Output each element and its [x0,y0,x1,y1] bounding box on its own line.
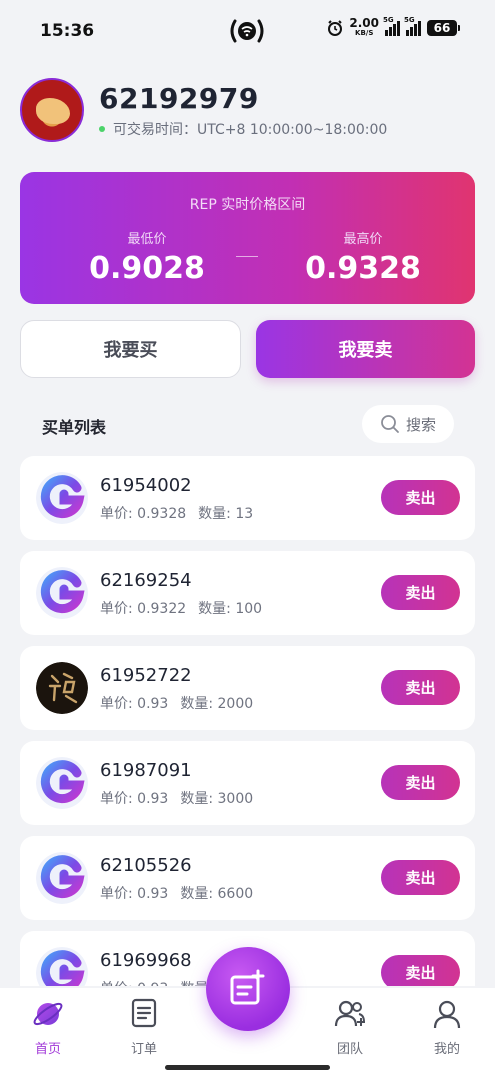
status-bar: 15:36 2.00 KB/S 5G 5G 66 [0,0,495,62]
order-meta: 单价: 0.93 数量: 3000 [100,788,253,808]
order-list[interactable]: 61954002 单价: 0.9328 数量: 13 卖出 62169254 单价: 0.… [20,456,475,986]
order-qty: 数量: 3000 [180,791,254,807]
order-qty: 数量 [180,981,208,986]
order-card: 61987091 单价: 0.93 数量: 3000 卖出 [20,741,475,825]
g-logo-icon [36,852,88,904]
hotspot-icon [226,16,268,46]
g-logo-icon [36,472,88,524]
price-range-title: REP 实时价格区间 [189,197,306,213]
high-price: 最高价 0.9328 [305,232,421,286]
g-logo-icon [36,757,88,809]
order-price: 单价: 0.93 [100,791,169,807]
calligraphy-avatar [36,662,88,714]
document-icon [109,998,179,1030]
order-id: 62105526 [100,855,192,876]
order-id: 61969968 [100,950,192,971]
order-id: 61954002 [100,475,192,496]
order-price: 单价: 0.93 [100,886,169,902]
nav-home[interactable]: 首页 [13,998,83,1057]
search-icon [381,415,399,433]
sell-order-button[interactable]: 卖出 [381,765,460,800]
sell-order-button[interactable]: 卖出 [381,860,460,895]
nav-team[interactable]: 团队 [315,998,385,1057]
order-price: 单价: 0.9328 [100,506,187,522]
battery-icon: 66 [427,20,460,36]
list-title: 买单列表 [42,418,107,437]
order-card: 62105526 单价: 0.93 数量: 6600 卖出 [20,836,475,920]
profile-header: 62192979 可交易时间：UTC+8 10:00:00~18:00:00 [20,78,387,142]
signal-icon: 5G [404,16,421,36]
price-divider [236,256,258,257]
order-meta: 单价: 0.9322 数量: 100 [100,598,262,618]
sell-button[interactable]: 我要卖 [256,320,475,378]
sell-order-button[interactable]: 卖出 [381,670,460,705]
signal-icon: 5G [383,16,400,36]
order-price: 单价: 0.93 [100,696,169,712]
order-price: 单价: 0.9322 [100,601,187,617]
order-card: 61952722 单价: 0.93 数量: 2000 卖出 [20,646,475,730]
order-id: 61952722 [100,665,192,686]
order-qty: 数量: 6600 [180,886,254,902]
g-logo-icon [36,947,88,986]
buy-button[interactable]: 我要买 [20,320,241,378]
order-meta: 单价: 0.93 数量: 2000 [100,693,253,713]
status-time: 15:36 [40,21,95,41]
search-button[interactable]: 搜索 [362,405,454,443]
avatar[interactable] [20,78,84,142]
user-id: 62192979 [99,81,259,115]
order-qty: 数量: 13 [198,506,254,522]
add-note-icon [230,969,265,1005]
sell-order-button[interactable]: 卖出 [381,480,460,515]
g-logo-icon [36,567,88,619]
home-indicator [165,1065,330,1070]
order-id: 62169254 [100,570,192,591]
nav-mine[interactable]: 我的 [412,998,482,1057]
order-qty: 数量: 100 [198,601,263,617]
sell-order-button[interactable]: 卖出 [381,955,460,986]
order-id: 61987091 [100,760,192,781]
alarm-icon [328,20,343,36]
order-card: 61954002 单价: 0.9328 数量: 13 卖出 [20,456,475,540]
order-meta: 单价: 0.93 数量 [100,978,208,986]
sell-order-button[interactable]: 卖出 [381,575,460,610]
order-card: 62169254 单价: 0.9322 数量: 100 卖出 [20,551,475,635]
order-qty: 数量: 2000 [180,696,254,712]
status-icons: 2.00 KB/S 5G 5G 66 [327,16,460,38]
team-icon [315,998,385,1030]
order-meta: 单价: 0.9328 数量: 13 [100,503,253,523]
trade-time: 可交易时间：UTC+8 10:00:00~18:00:00 [99,119,387,139]
order-price: 单价: 0.93 [100,981,168,986]
user-icon [412,998,482,1030]
price-range-card: REP 实时价格区间 最低价 0.9028 最高价 0.9328 [20,172,475,304]
low-price: 最低价 0.9028 [89,232,205,286]
planet-icon [13,998,83,1030]
nav-center-button[interactable] [206,947,290,1031]
online-dot-icon [99,125,105,132]
nav-orders[interactable]: 订单 [109,998,179,1057]
net-speed: 2.00 KB/S [349,16,379,37]
order-meta: 单价: 0.93 数量: 6600 [100,883,253,903]
